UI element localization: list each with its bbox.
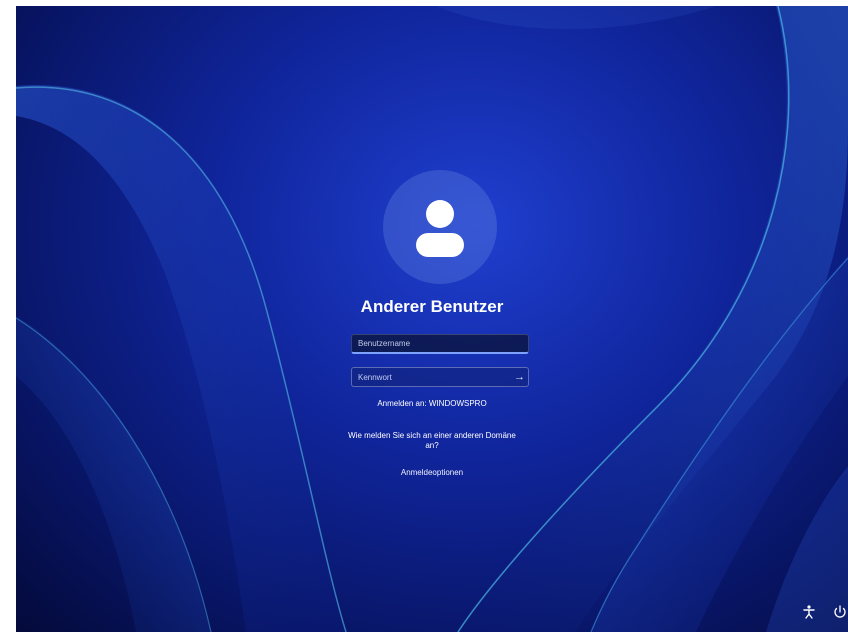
sign-in-options-link[interactable]: Anmeldeoptionen — [16, 468, 848, 477]
power-button[interactable] — [831, 603, 848, 621]
accessibility-button[interactable] — [800, 603, 818, 621]
submit-button[interactable]: → — [511, 368, 528, 386]
user-name: Anderer Benutzer — [360, 297, 504, 316]
lock-screen: Anderer Benutzer → Anmelden an: WINDOWSP… — [16, 6, 848, 632]
other-domain-link[interactable]: Wie melden Sie sich an einer anderen Dom… — [342, 431, 522, 451]
arrow-right-icon: → — [514, 371, 525, 383]
sign-in-domain-label: Anmelden an: WINDOWSPRO — [377, 399, 487, 408]
username-field[interactable] — [351, 334, 529, 354]
password-field[interactable] — [351, 367, 529, 387]
bloom-wallpaper — [16, 6, 848, 632]
power-icon — [834, 605, 846, 618]
accessibility-icon — [803, 605, 815, 619]
user-avatar — [383, 170, 497, 284]
other-domain-link-container: Wie melden Sie sich an einer anderen Dom… — [16, 431, 848, 451]
user-icon — [416, 200, 464, 257]
